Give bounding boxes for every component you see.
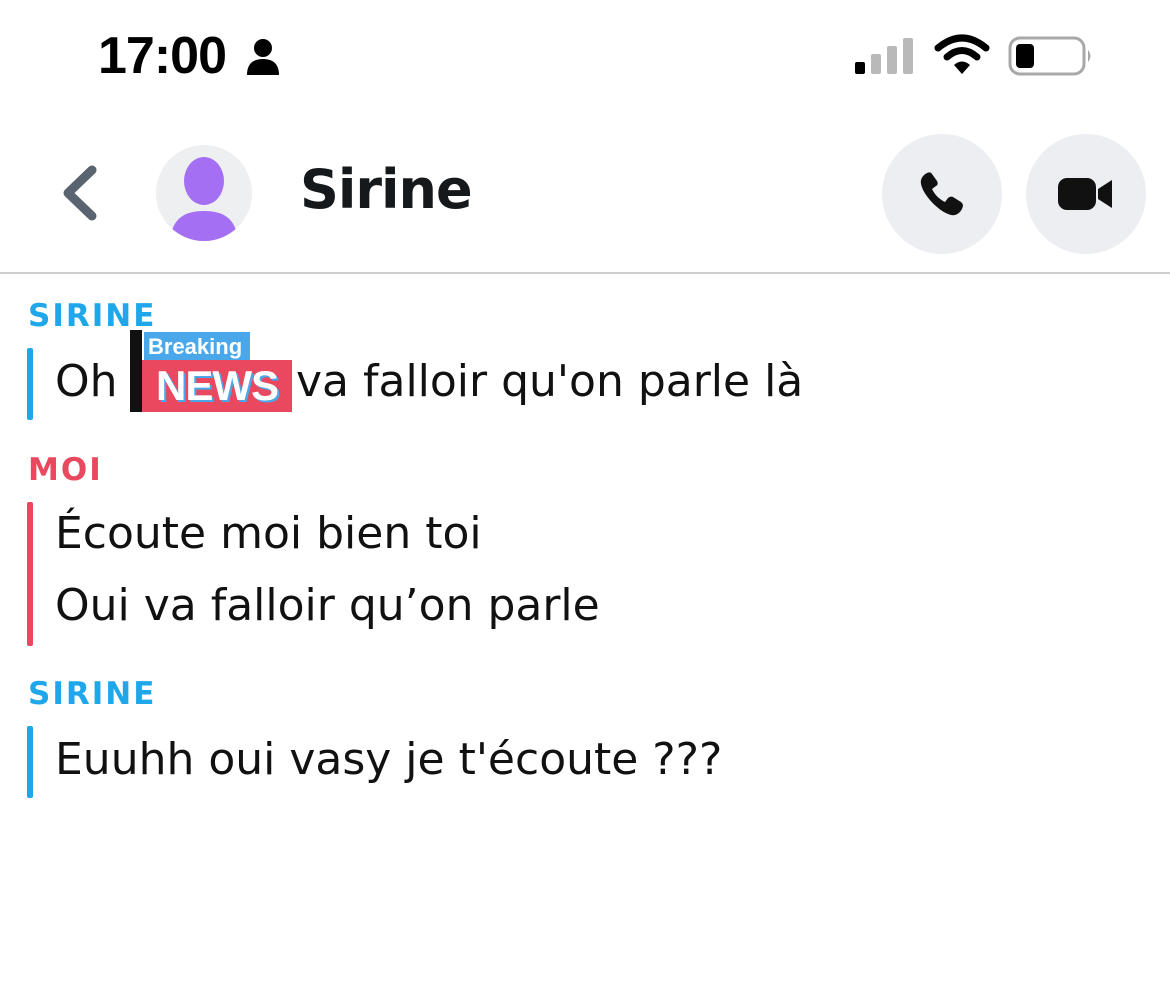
message-text[interactable]: Écoute moi bien toi (55, 508, 482, 559)
message-text[interactable]: Oh (55, 356, 118, 407)
status-time: 17:00 (98, 27, 227, 85)
sticker-post (130, 330, 142, 412)
person-icon (247, 39, 279, 75)
video-camera-icon (1058, 178, 1112, 210)
person-silhouette-icon (170, 157, 238, 241)
sender-label: SIRINE (28, 298, 157, 334)
sender-label: SIRINE (28, 676, 157, 712)
message-text[interactable]: Oui va falloir qu’on parle (55, 580, 600, 631)
contact-name[interactable]: Sirine (300, 158, 473, 221)
message-bar (27, 726, 33, 798)
signal-icon (855, 38, 913, 74)
chat-header: Sirine (0, 110, 1170, 274)
phone-icon (920, 172, 963, 216)
chevron-left-icon[interactable] (56, 162, 106, 224)
sender-label: MOI (28, 452, 103, 488)
sticker-news-label: NEWS (142, 360, 292, 412)
video-button[interactable] (1026, 134, 1146, 254)
message-bar (27, 502, 33, 646)
sticker-breaking-label: Breaking (144, 332, 250, 362)
message-bar (27, 348, 33, 420)
battery-icon (1008, 36, 1091, 76)
status-bar: 17:00 (0, 0, 1170, 110)
avatar[interactable] (156, 145, 252, 241)
message-text[interactable]: va falloir qu'on parle là (296, 356, 803, 407)
breaking-news-sticker: Breaking NEWS (130, 330, 300, 414)
wifi-icon (934, 34, 990, 74)
message-text[interactable]: Euuhh oui vasy je t'écoute ??? (55, 734, 722, 785)
call-button[interactable] (882, 134, 1002, 254)
